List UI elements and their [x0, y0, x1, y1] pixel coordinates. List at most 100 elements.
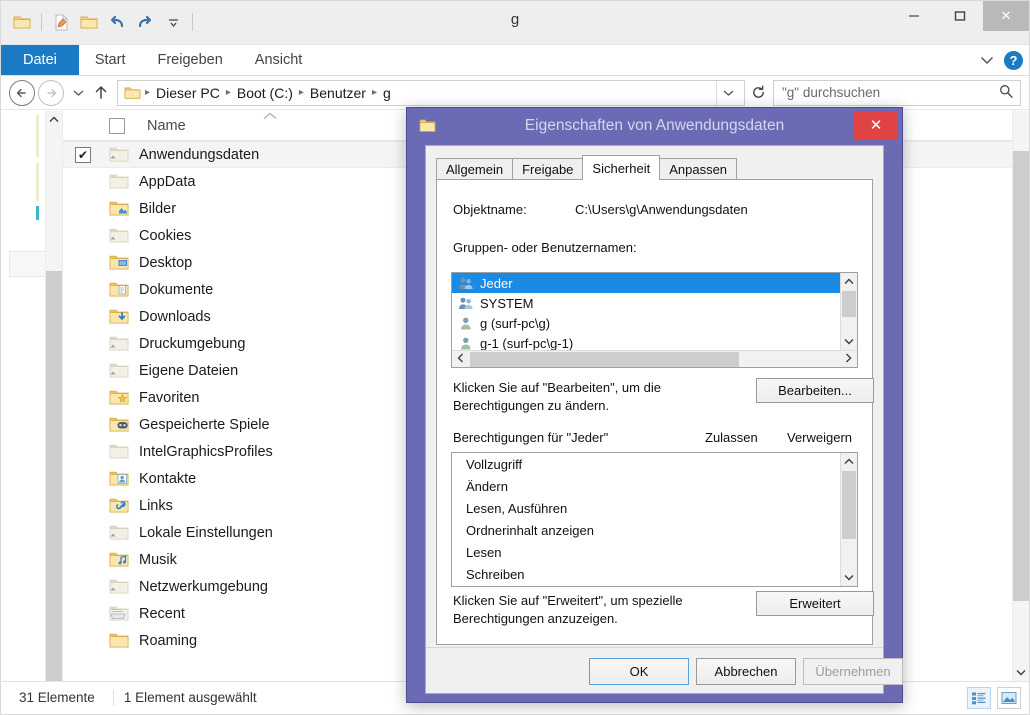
group-list-item[interactable]: SYSTEM	[452, 293, 840, 313]
permission-row[interactable]: Vollzugriff	[452, 453, 857, 475]
breadcrumb-separator-0: ▸	[145, 87, 151, 98]
file-item-checkbox[interactable]: ✔	[75, 146, 91, 163]
navigation-pane[interactable]	[1, 111, 63, 681]
close-button[interactable]: ✕	[983, 1, 1029, 31]
permissions-label: Berechtigungen für "Jeder"	[453, 430, 609, 445]
address-bar: ▸ Dieser PC ▸ Boot (C:) ▸ Benutzer ▸ g "…	[1, 76, 1029, 110]
search-input[interactable]: "g" durchsuchen	[773, 79, 1021, 106]
cancel-button[interactable]: Abbrechen	[696, 658, 796, 685]
file-item-label: Recent	[139, 605, 185, 622]
advanced-button[interactable]: Erweitert	[756, 591, 874, 616]
tab-allgemein[interactable]: Allgemein	[436, 158, 514, 179]
breadcrumb-item-dieser-pc[interactable]: Dieser PC	[152, 85, 224, 101]
breadcrumb-item-g[interactable]: g	[379, 85, 395, 101]
permission-row[interactable]: Schreiben	[452, 563, 857, 585]
folder-junction-icon	[109, 362, 129, 380]
security-tab-panel: Objektname: C:\Users\g\Anwendungsdaten G…	[436, 179, 874, 645]
group-list-item[interactable]: g-1 (surf-pc\g-1)	[452, 333, 840, 350]
refresh-button[interactable]	[745, 80, 771, 106]
select-all-checkbox[interactable]	[109, 117, 125, 134]
permission-row[interactable]: Lesen	[452, 541, 857, 563]
groups-horizontal-scrollbar[interactable]	[452, 350, 857, 367]
maximize-button[interactable]	[937, 1, 983, 31]
edit-button[interactable]: Bearbeiten...	[756, 378, 874, 403]
navigation-pane-scrollbar[interactable]	[45, 111, 62, 681]
permission-row[interactable]: Lesen, Ausführen	[452, 497, 857, 519]
minimize-button[interactable]	[891, 1, 937, 31]
search-icon[interactable]	[999, 84, 1016, 101]
forward-button[interactable]	[38, 79, 64, 106]
tab-ansicht[interactable]: Ansicht	[239, 45, 319, 75]
column-header-name[interactable]: Name	[147, 118, 186, 134]
scrollbar-thumb[interactable]	[46, 271, 62, 681]
details-view-icon[interactable]	[967, 687, 991, 709]
tab-anpassen[interactable]: Anpassen	[659, 158, 738, 179]
tab-freigeben[interactable]: Freigeben	[141, 45, 238, 75]
permission-row[interactable]: Ordnerinhalt anzeigen	[452, 519, 857, 541]
tab-freigabe[interactable]: Freigabe	[512, 158, 584, 179]
file-item-label: Dokumente	[139, 281, 214, 298]
folder-desktop-icon	[109, 254, 129, 272]
redo-icon[interactable]	[132, 9, 158, 35]
dialog-close-button[interactable]: ✕	[854, 111, 898, 139]
customize-qat-icon[interactable]	[160, 9, 186, 35]
up-button[interactable]	[89, 80, 113, 106]
edit-hint-line-2: Berechtigungen zu ändern.	[453, 398, 610, 413]
scroll-down-icon[interactable]	[841, 569, 857, 586]
file-item-label: Lokale Einstellungen	[139, 524, 273, 541]
scrollbar-thumb[interactable]	[842, 291, 856, 317]
permissions-listbox[interactable]: Vollzugriff Ändern Lesen, Ausführen Ordneri…	[451, 452, 858, 587]
status-selection-count: 1 Element ausgewählt	[123, 690, 257, 705]
permission-label: Ändern	[466, 478, 508, 494]
tab-sicherheit[interactable]: Sicherheit	[582, 155, 661, 180]
tab-start[interactable]: Start	[79, 45, 142, 75]
thumbnail-view-icon[interactable]	[997, 687, 1021, 709]
folder-downloads-icon	[109, 308, 129, 326]
breadcrumb-item-boot-c[interactable]: Boot (C:)	[233, 85, 297, 101]
scrollbar-thumb[interactable]	[470, 351, 739, 367]
column-header-deny: Verweigern	[787, 430, 853, 445]
breadcrumb-folder-icon	[124, 86, 141, 100]
dialog-title-bar[interactable]: Eigenschaften von Anwendungsdaten ✕	[407, 108, 902, 145]
groups-listbox[interactable]: Jeder SYSTEM g (surf-pc\g) g-1 (surf-pc\g-1…	[451, 272, 858, 368]
folder-icon[interactable]	[9, 9, 35, 35]
file-item-label: Gespeicherte Spiele	[139, 416, 270, 433]
breadcrumb[interactable]: ▸ Dieser PC ▸ Boot (C:) ▸ Benutzer ▸ g	[117, 79, 745, 106]
permission-row[interactable]: Ändern	[452, 475, 857, 497]
chevron-down-icon[interactable]	[980, 53, 994, 67]
help-icon[interactable]: ?	[1004, 50, 1023, 70]
scroll-right-icon[interactable]	[840, 353, 857, 366]
scroll-up-icon[interactable]	[841, 273, 857, 290]
breadcrumb-item-benutzer[interactable]: Benutzer	[306, 85, 370, 101]
new-folder-icon[interactable]	[76, 9, 102, 35]
back-button[interactable]	[9, 79, 35, 106]
groups-list-rows[interactable]: Jeder SYSTEM g (surf-pc\g) g-1 (surf-pc\g-1…	[452, 273, 840, 350]
scrollbar-thumb[interactable]	[1013, 151, 1029, 601]
breadcrumb-dropdown-icon[interactable]	[716, 80, 740, 105]
undo-icon[interactable]	[104, 9, 130, 35]
permissions-scrollbar[interactable]	[840, 453, 857, 586]
group-list-item[interactable]: g (surf-pc\g)	[452, 313, 840, 333]
breadcrumb-separator-2[interactable]: ▸	[297, 87, 306, 98]
groups-vertical-scrollbar[interactable]	[840, 273, 857, 350]
tab-datei[interactable]: Datei	[1, 45, 79, 75]
group-list-item-label: SYSTEM	[480, 295, 534, 311]
scrollbar-thumb[interactable]	[842, 471, 856, 539]
group-list-item[interactable]: Jeder	[452, 273, 840, 293]
file-list-scrollbar[interactable]	[1012, 111, 1029, 681]
scroll-down-icon[interactable]	[841, 333, 857, 350]
scroll-left-icon[interactable]	[452, 353, 469, 366]
new-document-icon[interactable]	[48, 9, 74, 35]
file-item-label: Netzwerkumgebung	[139, 578, 268, 595]
scroll-up-icon[interactable]	[841, 453, 857, 470]
breadcrumb-separator-1[interactable]: ▸	[224, 87, 233, 98]
folder-favorites-icon	[109, 389, 129, 407]
ok-button[interactable]: OK	[589, 658, 689, 685]
recent-locations-button[interactable]	[67, 80, 89, 106]
view-mode-buttons	[967, 687, 1021, 709]
permissions-list-rows[interactable]: Vollzugriff Ändern Lesen, Ausführen Ordneri…	[452, 453, 857, 585]
scroll-up-icon[interactable]	[46, 111, 62, 128]
file-item-label: Roaming	[139, 632, 198, 649]
breadcrumb-separator-3[interactable]: ▸	[370, 87, 379, 98]
scroll-down-icon[interactable]	[1013, 664, 1029, 681]
